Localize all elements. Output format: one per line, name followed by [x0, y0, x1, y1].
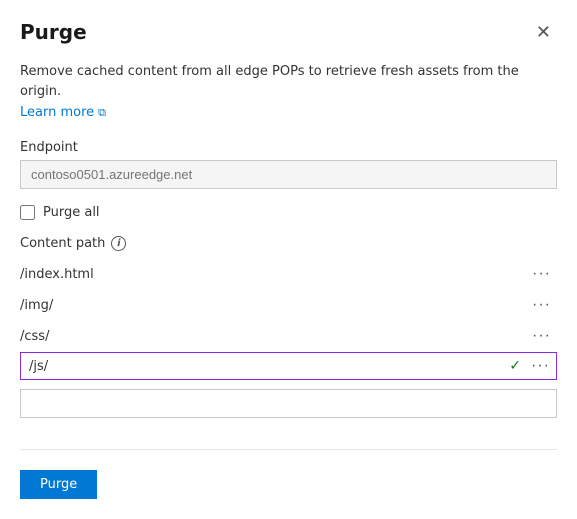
- external-link-icon: ⧉: [98, 106, 106, 120]
- more-button[interactable]: ···: [530, 266, 553, 282]
- description-text: Remove cached content from all edge POPs…: [20, 62, 557, 101]
- more-button[interactable]: ···: [529, 358, 552, 374]
- path-row-actions: ✓ ···: [509, 358, 552, 374]
- info-icon: i: [111, 236, 126, 251]
- dialog-footer: Purge: [20, 449, 557, 499]
- purge-button[interactable]: Purge: [20, 470, 97, 499]
- learn-more-label: Learn more: [20, 105, 94, 120]
- close-button[interactable]: ✕: [530, 21, 557, 43]
- path-row-active: /js/ ✓ ···: [20, 352, 557, 380]
- content-path-label: Content path: [20, 236, 105, 251]
- endpoint-input[interactable]: [20, 160, 557, 189]
- path-value: /index.html: [20, 267, 530, 282]
- path-value: /img/: [20, 298, 530, 313]
- path-row-actions: ···: [530, 328, 553, 344]
- path-row-actions: ···: [530, 297, 553, 313]
- path-row-actions: ···: [530, 266, 553, 282]
- path-list: /index.html ··· /img/ ··· /css/ ··· /js/…: [20, 259, 557, 381]
- path-row: /index.html ···: [20, 259, 557, 290]
- path-value: /js/: [29, 359, 509, 374]
- path-row: /css/ ···: [20, 321, 557, 352]
- new-path-input[interactable]: [20, 389, 557, 418]
- endpoint-label: Endpoint: [20, 140, 557, 155]
- purge-dialog: Purge ✕ Remove cached content from all e…: [0, 0, 577, 519]
- content-path-header: Content path i: [20, 236, 557, 251]
- purge-all-checkbox[interactable]: [20, 205, 35, 220]
- more-button[interactable]: ···: [530, 328, 553, 344]
- purge-all-label: Purge all: [43, 205, 100, 220]
- purge-all-row: Purge all: [20, 205, 557, 220]
- path-value: /css/: [20, 329, 530, 344]
- path-row: /img/ ···: [20, 290, 557, 321]
- dialog-title: Purge: [20, 20, 87, 44]
- dialog-header: Purge ✕: [20, 20, 557, 44]
- check-icon: ✓: [509, 358, 521, 374]
- more-button[interactable]: ···: [530, 297, 553, 313]
- learn-more-link[interactable]: Learn more ⧉: [20, 105, 557, 120]
